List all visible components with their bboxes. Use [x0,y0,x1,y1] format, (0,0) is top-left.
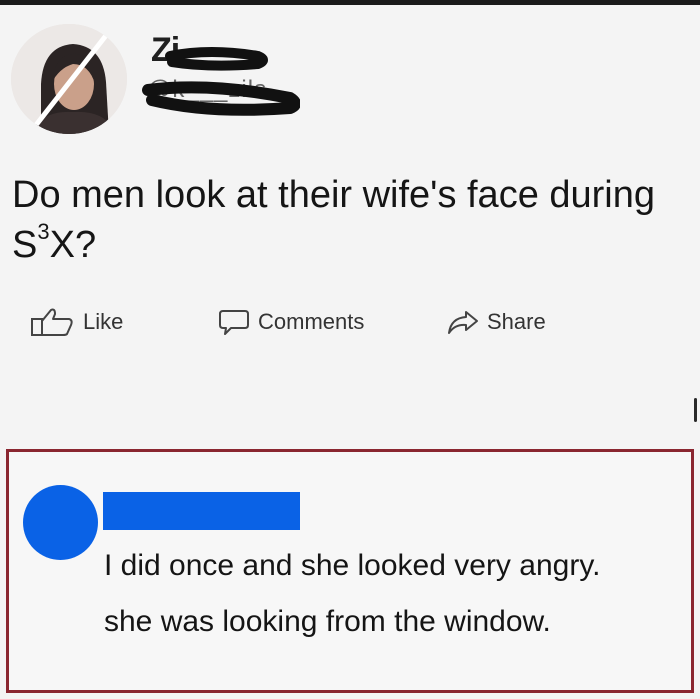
post-text-s: S [12,224,38,266]
post-text-line-1: Do men look at their wife's face during [12,174,656,216]
post-text-end: X? [49,224,97,266]
like-label: Like [83,309,124,334]
share-label: Share [487,309,546,334]
share-arrow-icon [448,311,478,334]
thumbs-up-icon [31,308,73,336]
comment-line-2: she was looking from the window. [104,605,551,638]
comment-text: I did once and she looked very angry. sh… [104,538,684,650]
comment-avatar-redacted [23,485,98,560]
comment-name-redacted [103,492,300,530]
avatar-photo [11,24,127,134]
top-border [0,0,700,5]
comments-label: Comments [258,309,365,334]
like-button[interactable]: Like [29,305,123,339]
edge-mark [694,398,697,422]
redaction-scribble [142,47,300,116]
share-button[interactable]: Share [447,305,546,339]
post-text-superscript: 3 [37,219,50,244]
comments-button[interactable]: Comments [218,305,364,339]
post-text-line-2: S3X? [12,220,692,270]
post-text: Do men look at their wife's face during … [12,170,692,270]
comment-bubble-icon [219,310,249,335]
comment-line-1: I did once and she looked very angry. [104,549,601,582]
profile-avatar[interactable] [11,24,127,134]
